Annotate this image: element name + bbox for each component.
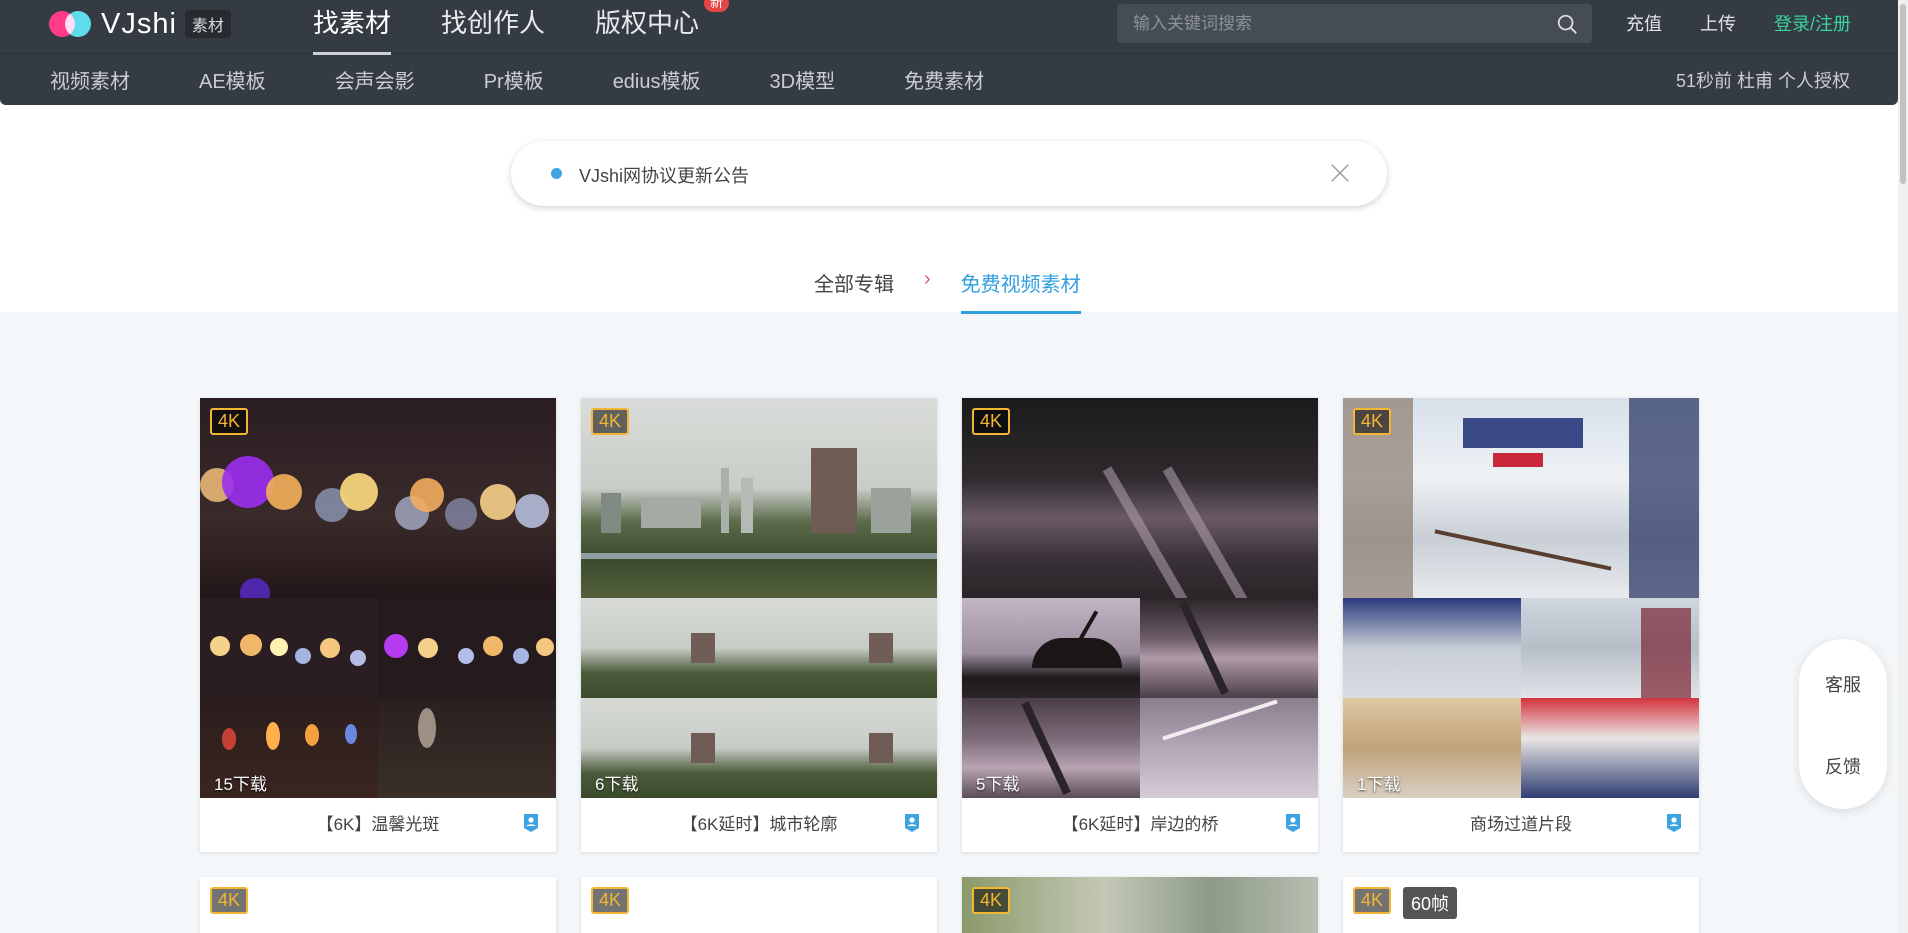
card-title[interactable]: 【6K延时】岸边的桥 [962, 798, 1318, 852]
user-badge-icon [524, 814, 538, 832]
download-count: 6下载 [595, 775, 639, 794]
search-box [1117, 4, 1592, 43]
notice-text[interactable]: VJshi网协议更新公告 [579, 162, 749, 188]
nav-copyright-center[interactable]: 版权中心 新 [595, 0, 730, 54]
page-scrollbar[interactable] [1898, 0, 1908, 933]
resolution-badge: 4K [972, 408, 1011, 435]
top-links: 充值 上传 登录/注册 [1588, 0, 1851, 46]
logo-tag: 素材 [184, 10, 231, 38]
main-nav: 找素材 找创作人 版权中心 新 [313, 0, 749, 55]
search-input[interactable] [1117, 4, 1537, 43]
new-badge: 新 [704, 0, 730, 12]
nav-copyright-label: 版权中心 [595, 8, 700, 38]
side-widget: 客服 反馈 [1799, 639, 1887, 809]
recharge-link[interactable]: 充值 [1626, 10, 1662, 36]
resolution-badge: 4K [1353, 887, 1392, 914]
card-title[interactable]: 商场过道片段 [1343, 798, 1699, 852]
feedback-button[interactable]: 反馈 [1799, 753, 1887, 779]
scrollbar-thumb[interactable] [1900, 4, 1906, 184]
resolution-badge: 4K [210, 408, 249, 435]
resolution-badge: 4K [591, 887, 630, 914]
subnav-ae[interactable]: AE模板 [199, 65, 266, 94]
subnav-3d[interactable]: 3D模型 [770, 65, 836, 94]
search-icon[interactable] [1556, 13, 1578, 35]
site-header: VJshi 素材 找素材 找创作人 版权中心 新 充值 上传 登录/注册 视频素… [0, 0, 1898, 105]
activity-ticker: 51秒前 杜甫 个人授权 [1675, 71, 1850, 91]
card-mall-corridor[interactable]: 4K 1下载 商场过道片段 [1343, 398, 1699, 852]
resolution-badge: 4K [972, 887, 1011, 914]
subnav-free[interactable]: 免费素材 [904, 65, 984, 94]
breadcrumb-current[interactable]: 免费视频素材 [960, 268, 1081, 314]
card-thumbnail[interactable]: 4K 6下载 [581, 398, 937, 798]
resolution-badge: 4K [210, 887, 249, 914]
resolution-badge: 4K [1353, 408, 1392, 435]
card-title[interactable]: 【6K延时】城市轮廓 [581, 798, 937, 852]
card-thumbnail[interactable]: 4K 15下载 [200, 398, 556, 798]
chevron-right-icon: › [924, 268, 931, 290]
download-count: 15下载 [214, 775, 267, 794]
logo-mark-icon [49, 9, 97, 39]
subnav-pr[interactable]: Pr模板 [484, 65, 544, 94]
sub-nav: 视频素材 AE模板 会声会影 Pr模板 edius模板 3D模型 免费素材 [50, 65, 1053, 94]
user-badge-icon [905, 814, 919, 832]
card-thumbnail[interactable]: 4K 1下载 [1343, 398, 1699, 798]
breadcrumb-root[interactable]: 全部专辑 [814, 268, 894, 314]
user-badge-icon [1667, 814, 1681, 832]
customer-service-button[interactable]: 客服 [1799, 671, 1887, 697]
card-shore-bridge[interactable]: 4K 5下载 【6K延时】岸边的桥 [962, 398, 1318, 852]
logo[interactable]: VJshi 素材 [49, 8, 231, 40]
subnav-edius[interactable]: edius模板 [613, 65, 701, 94]
subnav-huisheng[interactable]: 会声会影 [335, 65, 415, 94]
card-thumbnail[interactable]: 4K 5下载 [962, 398, 1318, 798]
upload-link[interactable]: 上传 [1700, 10, 1736, 36]
user-badge-icon [1286, 814, 1300, 832]
fps-badge: 60帧 [1403, 887, 1458, 919]
logo-text: VJshi [101, 7, 177, 40]
card-row2-4[interactable]: 4K 60帧 [1343, 877, 1699, 933]
close-icon[interactable] [1329, 162, 1351, 184]
card-row2-2[interactable]: 4K [581, 877, 937, 933]
download-count: 5下载 [976, 775, 1020, 794]
resolution-badge: 4K [591, 408, 630, 435]
breadcrumb: 全部专辑 › 免费视频素材 [814, 268, 1081, 314]
card-row2-3[interactable]: 4K [962, 877, 1318, 933]
nav-find-creator[interactable]: 找创作人 [441, 0, 545, 54]
top-bar: VJshi 素材 找素材 找创作人 版权中心 新 充值 上传 登录/注册 [0, 0, 1898, 55]
subnav-video[interactable]: 视频素材 [50, 65, 130, 94]
login-link[interactable]: 登录/注册 [1774, 10, 1851, 36]
nav-find-material[interactable]: 找素材 [313, 0, 392, 55]
notice-bar[interactable]: VJshi网协议更新公告 [511, 141, 1387, 206]
card-title[interactable]: 【6K】温馨光斑 [200, 798, 556, 852]
card-row2-1[interactable]: 4K [200, 877, 556, 933]
notice-dot-icon [551, 168, 562, 179]
download-count: 1下载 [1357, 775, 1401, 794]
card-warm-bokeh[interactable]: 4K 15下载 【6K】温馨光斑 [200, 398, 556, 852]
card-city-skyline[interactable]: 4K 6下载 【6K延时】城市轮廓 [581, 398, 937, 852]
